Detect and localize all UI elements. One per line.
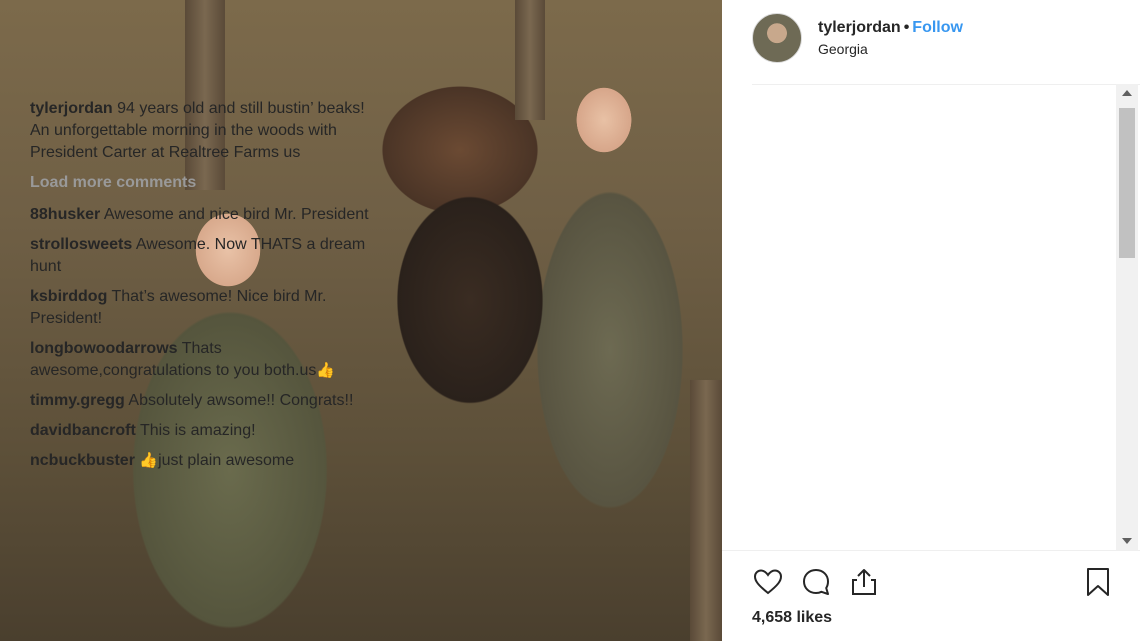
comment-text: just plain awesome [158, 452, 295, 469]
user-line: tylerjordan • Follow [818, 18, 963, 38]
comment-username[interactable]: longbowoodarrows [30, 340, 178, 357]
post-actions [752, 566, 1112, 598]
likes-count[interactable]: 4,658 likes [752, 609, 832, 627]
comment-username[interactable]: ncbuckbuster [30, 452, 135, 469]
comment-username[interactable]: ksbirddog [30, 288, 107, 305]
load-more-comments[interactable]: Load more comments [30, 172, 386, 194]
comment-item: longbowoodarrows Thats awesome,congratul… [30, 338, 386, 382]
avatar[interactable] [752, 12, 802, 63]
comment-text: Awesome and nice bird Mr. President [103, 206, 369, 223]
post-panel: tylerjordan • Follow Georgia [722, 0, 1140, 641]
comments-scrollbar[interactable] [1116, 84, 1138, 550]
location-link[interactable]: Georgia [818, 40, 963, 58]
comment-username[interactable]: timmy.gregg [30, 392, 125, 409]
username-link[interactable]: tylerjordan [818, 19, 901, 36]
scroll-down-arrow-icon[interactable] [1122, 538, 1132, 544]
comment-username[interactable]: davidbancroft [30, 422, 136, 439]
separator-dot: • [903, 18, 910, 36]
thumbs-up-icon: 👍 [139, 452, 159, 469]
comment-item: 88husker Awesome and nice bird Mr. Presi… [30, 204, 386, 226]
caption-username[interactable]: tylerjordan [30, 100, 113, 117]
comment-item: strollosweets Awesome. Now THATS a dream… [30, 234, 386, 278]
comment-username[interactable]: strollosweets [30, 236, 132, 253]
post-header: tylerjordan • Follow Georgia [752, 10, 1122, 65]
tree-trunk [515, 0, 545, 120]
bookmark-icon[interactable] [1082, 566, 1114, 598]
comment-username[interactable]: 88husker [30, 206, 100, 223]
comment-item: ksbirddog That’s awesome! Nice bird Mr. … [30, 286, 386, 330]
scrollbar-thumb[interactable] [1119, 108, 1135, 258]
share-icon[interactable] [848, 566, 880, 598]
comment-text: This is amazing! [139, 422, 256, 439]
header-text: tylerjordan • Follow Georgia [818, 18, 963, 58]
caption: tylerjordan 94 years old and still busti… [30, 98, 386, 164]
thumbs-up-icon: 👍 [316, 362, 336, 379]
heart-icon[interactable] [752, 566, 784, 598]
comment-item: ncbuckbuster 👍just plain awesome [30, 450, 386, 472]
tree-trunk [690, 380, 722, 641]
comment-text: Absolutely awsome!! Congrats!! [128, 392, 354, 409]
comment-icon[interactable] [800, 566, 832, 598]
comment-item: davidbancroft This is amazing! [30, 420, 386, 442]
scroll-up-arrow-icon[interactable] [1122, 90, 1132, 96]
comment-item: timmy.gregg Absolutely awsome!! Congrats… [30, 390, 386, 412]
follow-button[interactable]: Follow [912, 19, 963, 36]
divider [752, 84, 1140, 85]
comments-list: tylerjordan 94 years old and still busti… [30, 98, 386, 550]
divider [722, 550, 1140, 551]
